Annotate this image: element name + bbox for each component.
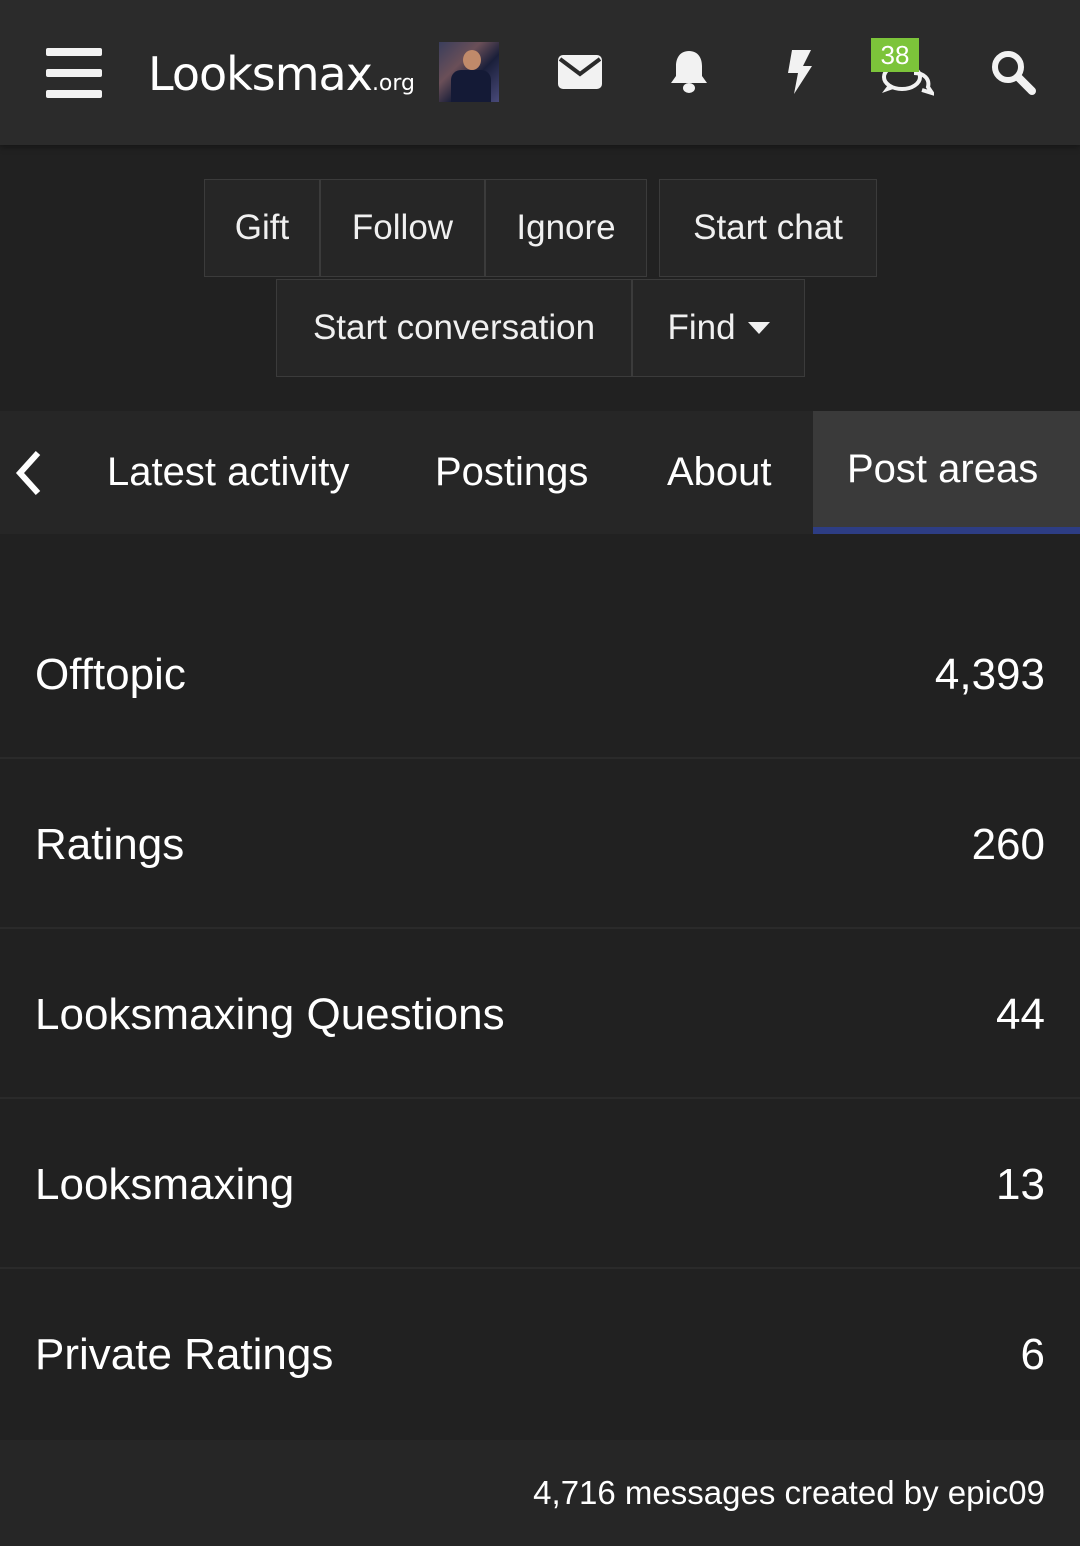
start-conversation-button-label: Start conversation: [312, 308, 596, 347]
post-area-count: 4,393: [934, 650, 1045, 699]
find-button-label: Find: [667, 308, 736, 347]
post-area-name: Ratings: [35, 820, 185, 869]
tab-about[interactable]: About: [667, 411, 772, 534]
profile-tabs: Latest activity Postings About Post area…: [0, 411, 1080, 534]
post-area-row[interactable]: Looksmaxing Questions 44: [0, 930, 1080, 1099]
gift-button[interactable]: Gift: [204, 179, 320, 277]
tab-postings[interactable]: Postings: [435, 411, 588, 534]
tab-latest-activity[interactable]: Latest activity: [107, 411, 349, 534]
post-area-name: Looksmaxing Questions: [35, 990, 505, 1039]
start-chat-button-label: Start chat: [693, 208, 843, 247]
post-area-name: Private Ratings: [35, 1330, 334, 1379]
site-logo[interactable]: Looksmax.org: [148, 44, 415, 104]
tab-post-areas[interactable]: Post areas: [813, 411, 1080, 534]
start-conversation-button[interactable]: Start conversation: [276, 279, 632, 377]
chevron-left-icon[interactable]: [14, 411, 54, 534]
top-navigation-bar: Looksmax.org 38: [0, 0, 1080, 145]
post-area-count: 260: [971, 820, 1045, 869]
messages-summary: 4,716 messages created by epic09: [533, 1474, 1045, 1511]
gift-button-label: Gift: [234, 208, 290, 247]
post-area-row[interactable]: Looksmaxing 13: [0, 1100, 1080, 1269]
ignore-button-label: Ignore: [516, 208, 616, 247]
bell-icon[interactable]: [668, 40, 710, 104]
find-dropdown-button[interactable]: Find: [632, 279, 805, 377]
post-area-count: 6: [1020, 1330, 1045, 1379]
follow-button[interactable]: Follow: [320, 179, 485, 277]
post-area-name: Offtopic: [35, 650, 186, 699]
follow-button-label: Follow: [351, 208, 454, 247]
post-area-row[interactable]: Offtopic 4,393: [0, 590, 1080, 759]
start-chat-button[interactable]: Start chat: [659, 179, 877, 277]
post-area-count: 13: [996, 1160, 1045, 1209]
ignore-button[interactable]: Ignore: [485, 179, 647, 277]
chat-count-badge: 38: [871, 38, 919, 72]
bolt-icon[interactable]: [783, 40, 815, 104]
search-icon[interactable]: [990, 40, 1036, 104]
summary-footer: 4,716 messages created by epic09: [0, 1440, 1080, 1546]
post-area-name: Looksmaxing: [35, 1160, 295, 1209]
post-area-count: 44: [996, 990, 1045, 1039]
caret-down-icon: [747, 322, 770, 334]
logo-tld: .org: [371, 71, 416, 96]
post-area-row[interactable]: Ratings 260: [0, 760, 1080, 929]
menu-icon[interactable]: [46, 48, 102, 98]
post-area-row[interactable]: Private Ratings 6: [0, 1270, 1080, 1439]
user-avatar[interactable]: [439, 42, 499, 102]
envelope-icon[interactable]: [556, 40, 604, 104]
logo-text: Looksmax: [148, 47, 373, 101]
